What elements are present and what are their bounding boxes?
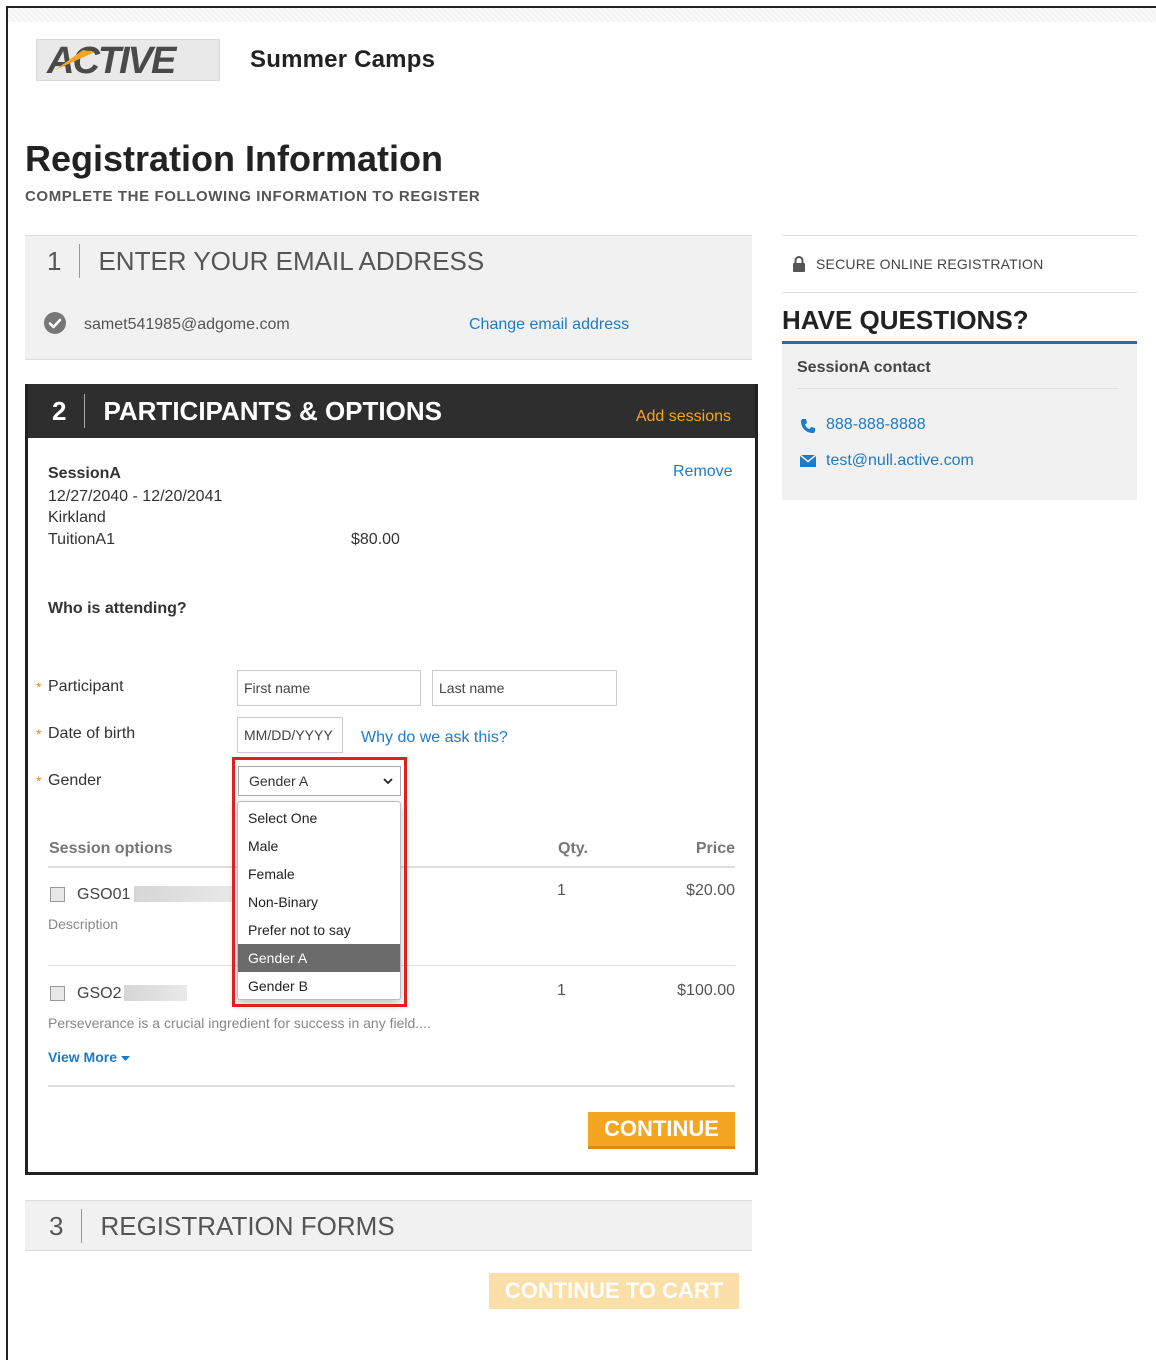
step-number: 3 (49, 1210, 64, 1241)
contact-email-link[interactable]: test@null.active.com (826, 452, 974, 470)
session-location: Kirkland (48, 509, 106, 526)
step-title: ENTER YOUR EMAIL ADDRESS (98, 245, 485, 276)
top-strip (8, 8, 1156, 22)
option-price: $20.00 (686, 882, 735, 899)
tuition-price: $80.00 (351, 531, 400, 548)
continue-button[interactable]: CONTINUE (588, 1112, 735, 1149)
check-icon (44, 312, 66, 334)
active-logo-mark: ACTIVE (46, 42, 180, 78)
view-more-link[interactable]: View More (48, 1049, 130, 1065)
step-number: 1 (47, 245, 62, 276)
step-title: REGISTRATION FORMS (100, 1210, 395, 1241)
page-title: Registration Information (25, 138, 444, 179)
participant-label: Participant (48, 678, 124, 695)
last-name-input[interactable] (432, 670, 617, 706)
brand-title: Summer Camps (250, 46, 436, 73)
step-email-section: 1 ENTER YOUR EMAIL ADDRESS (25, 235, 752, 360)
step-number: 2 (52, 395, 67, 426)
envelope-icon (800, 455, 816, 467)
step2-header: 2 PARTICIPANTS & OPTIONS (52, 394, 442, 428)
step-divider (84, 394, 86, 428)
why-ask-link[interactable]: Why do we ask this? (361, 729, 508, 747)
option-description: Description (48, 916, 119, 932)
change-email-link[interactable]: Change email address (469, 316, 629, 334)
secure-text: SECURE ONLINE REGISTRATION (816, 256, 1044, 272)
phone-icon (801, 419, 815, 433)
active-logo[interactable]: ACTIVE (36, 39, 220, 81)
option-checkbox[interactable] (50, 887, 65, 902)
options-col-name: Session options (49, 840, 173, 857)
option-checkbox[interactable] (50, 986, 65, 1001)
remove-session-link[interactable]: Remove (673, 463, 733, 481)
step-divider (81, 1209, 83, 1243)
options-col-qty: Qty. (558, 840, 588, 857)
option-code: GSO01 (77, 886, 131, 903)
first-name-input[interactable] (237, 670, 421, 706)
secure-registration-banner: SECURE ONLINE REGISTRATION (782, 235, 1137, 293)
required-mark: * (36, 679, 42, 695)
option-code: GSO2 (77, 985, 122, 1002)
option-qty: 1 (557, 982, 566, 999)
have-questions-heading: HAVE QUESTIONS? (782, 305, 1029, 335)
step-divider (79, 244, 81, 278)
contact-title: SessionA contact (797, 359, 931, 376)
dob-input[interactable] (237, 717, 343, 753)
page-subtitle: COMPLETE THE FOLLOWING INFORMATION TO RE… (25, 188, 481, 205)
step1-header: 1 ENTER YOUR EMAIL ADDRESS (47, 244, 484, 278)
redacted-text (134, 886, 234, 902)
who-attending-heading: Who is attending? (48, 600, 187, 617)
logo-text: ACTIVE (46, 42, 178, 78)
caret-down-icon (120, 1056, 130, 1061)
gender-label: Gender (48, 772, 102, 789)
step-registration-forms-section: 3 REGISTRATION FORMS (25, 1200, 752, 1251)
step-title: PARTICIPANTS & OPTIONS (103, 395, 442, 426)
contact-phone-link[interactable]: 888-888-8888 (826, 416, 926, 434)
email-value: samet541985@adgome.com (84, 316, 290, 333)
required-mark: * (36, 726, 42, 742)
annotation-highlight-box (232, 757, 407, 1007)
option-price: $100.00 (677, 982, 735, 999)
contact-box: SessionA contact 888-888-8888 test@null.… (782, 344, 1137, 500)
step3-header: 3 REGISTRATION FORMS (49, 1209, 395, 1243)
session-dates: 12/27/2040 - 12/20/2041 (48, 488, 223, 505)
view-more-label: View More (48, 1049, 117, 1065)
required-mark: * (36, 773, 42, 789)
divider (797, 388, 1119, 389)
step2-header-bar: 2 PARTICIPANTS & OPTIONS Add sessions (28, 384, 755, 438)
option-qty: 1 (557, 882, 566, 899)
continue-to-cart-button[interactable]: CONTINUE TO CART (489, 1273, 739, 1309)
header: ACTIVE Summer Camps (36, 38, 435, 82)
redacted-text (124, 985, 187, 1001)
session-name: SessionA (48, 465, 121, 482)
add-sessions-link[interactable]: Add sessions (636, 408, 731, 426)
option-description: Perseverance is a crucial ingredient for… (48, 1015, 431, 1031)
lock-icon (793, 256, 805, 272)
options-col-price: Price (695, 840, 735, 857)
session-tuition: TuitionA1 (48, 531, 115, 548)
dob-label: Date of birth (48, 725, 136, 742)
divider (48, 1085, 735, 1087)
